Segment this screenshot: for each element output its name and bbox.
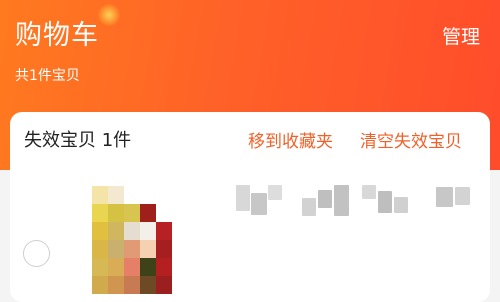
move-to-favorites-button[interactable]: 移到收藏夹 — [248, 127, 333, 152]
decorative-glow-icon — [98, 4, 120, 26]
thumbnail-pixel — [156, 240, 172, 258]
thumbnail-pixel — [92, 204, 108, 222]
blur-block — [318, 190, 332, 208]
thumbnail-pixel — [92, 240, 108, 258]
thumbnail-pixel — [92, 276, 108, 294]
thumbnail-pixel — [108, 258, 124, 276]
thumbnail-pixel — [140, 240, 156, 258]
thumbnail-pixel — [140, 258, 156, 276]
blur-block — [436, 187, 453, 207]
thumbnail-pixel — [92, 186, 108, 204]
invalid-items-card: 失效宝贝 1件 移到收藏夹 清空失效宝贝 — [10, 112, 490, 302]
product-thumbnail[interactable] — [92, 186, 172, 294]
manage-button[interactable]: 管理 — [442, 22, 480, 49]
page-title: 购物车 — [15, 20, 99, 51]
clear-invalid-items-button[interactable]: 清空失效宝贝 — [360, 127, 462, 152]
invalid-items-title: 失效宝贝 1件 — [24, 130, 132, 151]
blur-block — [268, 185, 282, 200]
blur-block — [394, 197, 408, 213]
thumbnail-pixel — [124, 204, 140, 222]
thumbnail-pixel — [108, 276, 124, 294]
thumbnail-pixel — [108, 186, 124, 204]
thumbnail-pixel — [124, 258, 140, 276]
thumbnail-pixel — [124, 276, 140, 294]
item-select-radio-icon[interactable] — [23, 240, 50, 267]
thumbnail-pixel — [108, 240, 124, 258]
blur-block — [334, 185, 349, 216]
blur-block — [236, 185, 250, 211]
blur-block — [455, 187, 470, 205]
thumbnail-pixel — [156, 222, 172, 240]
blur-block — [378, 191, 392, 213]
thumbnail-pixel — [156, 258, 172, 276]
thumbnail-pixel — [140, 204, 156, 222]
blur-block — [302, 198, 316, 216]
thumbnail-pixel — [124, 240, 140, 258]
thumbnail-pixel — [108, 204, 124, 222]
thumbnail-pixel — [108, 222, 124, 240]
blur-block — [251, 193, 267, 215]
thumbnail-pixel — [156, 276, 172, 294]
thumbnail-pixel — [124, 222, 140, 240]
item-count: 共1件宝贝 — [15, 68, 80, 84]
thumbnail-pixel — [140, 222, 156, 240]
thumbnail-pixel — [140, 276, 156, 294]
thumbnail-pixel — [92, 258, 108, 276]
thumbnail-pixel — [92, 222, 108, 240]
blur-block — [362, 185, 376, 199]
